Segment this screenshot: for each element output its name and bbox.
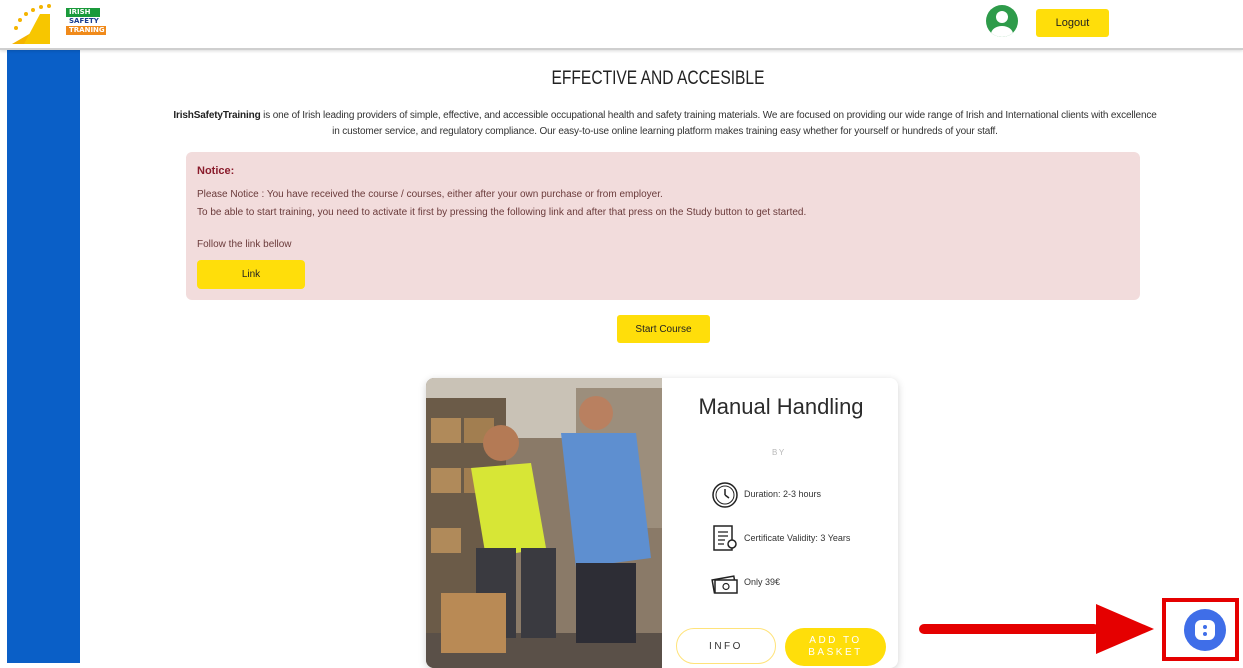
chat-bubble-icon — [1195, 620, 1215, 640]
annotation-arrow-head — [1096, 604, 1154, 654]
logo-line: IRISH — [66, 8, 100, 17]
start-course-button[interactable]: Start Course — [617, 315, 710, 343]
price-text: Only 39€ — [744, 577, 781, 587]
course-card: Manual Handling BY Duration: 2-3 hours C… — [426, 378, 898, 668]
course-duration: Duration: 2-3 hours — [710, 479, 821, 509]
course-photo — [426, 378, 662, 668]
user-avatar-icon[interactable] — [986, 5, 1018, 37]
logout-button[interactable]: Logout — [1036, 9, 1109, 37]
intro-text: is one of Irish leading providers of sim… — [260, 110, 1157, 137]
certificate-icon — [713, 525, 737, 551]
course-validity: Certificate Validity: 3 Years — [710, 523, 850, 553]
annotation-arrow — [919, 624, 1099, 634]
course-price: Only 39€ — [710, 567, 780, 597]
add-to-basket-button[interactable]: ADD TO BASKET — [785, 628, 886, 666]
course-author-label: BY — [772, 448, 786, 457]
page-title: EFFECTIVE AND ACCESIBLE — [551, 68, 765, 89]
top-bar: IRISH SAFETY TRANING Logout — [0, 0, 1243, 50]
notice-text: To be able to start training, you need t… — [197, 207, 807, 218]
logo-line: SAFETY — [66, 17, 102, 26]
activation-link-button[interactable]: Link — [197, 260, 305, 289]
chat-widget-icon[interactable] — [1184, 609, 1226, 651]
duration-text: Duration: 2-3 hours — [744, 489, 822, 499]
logo-line: TRANING — [66, 26, 106, 35]
info-button[interactable]: INFO — [676, 628, 776, 664]
notice-title: Notice: — [197, 165, 235, 177]
intro-brand: IrishSafetyTraining — [173, 110, 261, 121]
money-icon — [711, 575, 738, 594]
intro-paragraph: IrishSafetyTraining is one of Irish lead… — [170, 108, 1160, 140]
site-logo[interactable]: IRISH SAFETY TRANING — [10, 2, 106, 44]
notice-text: Follow the link bellow — [197, 239, 292, 250]
course-title: Manual Handling — [698, 394, 864, 419]
stopwatch-icon — [712, 482, 738, 508]
logo-text: IRISH SAFETY TRANING — [66, 8, 106, 35]
left-sidebar — [7, 48, 80, 663]
validity-text: Certificate Validity: 3 Years — [744, 533, 851, 543]
notice-box: Notice: Please Notice : You have receive… — [186, 152, 1140, 300]
notice-text: Please Notice : You have received the co… — [197, 189, 663, 200]
